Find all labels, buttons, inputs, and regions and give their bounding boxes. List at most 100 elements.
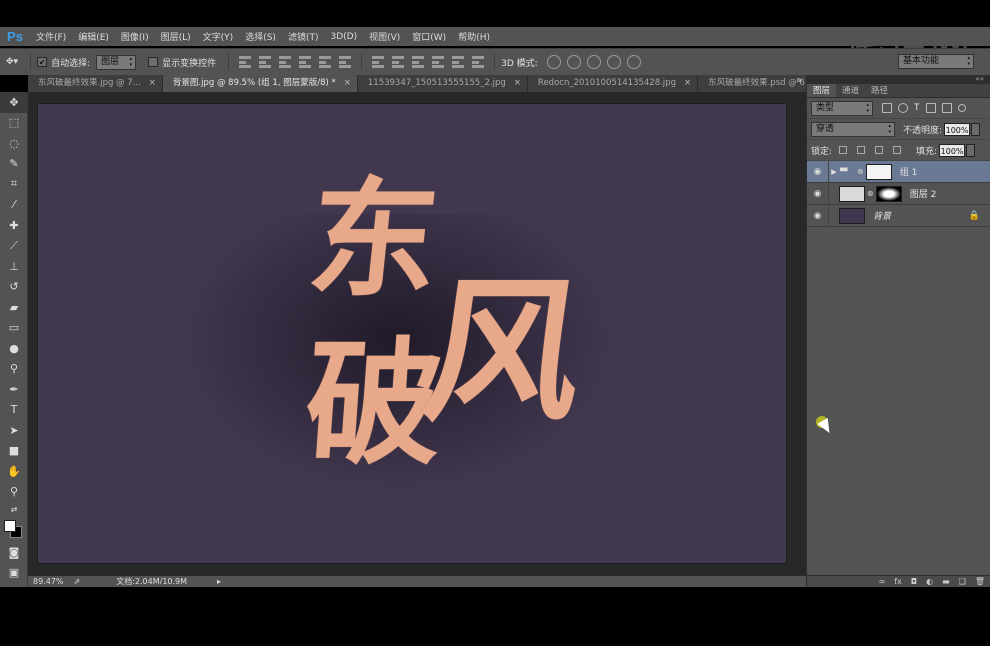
auto-select-checkbox[interactable]: ✔ — [37, 57, 48, 67]
type-tool-icon[interactable]: T — [0, 400, 28, 421]
crop-tool-icon[interactable]: ⌗ — [0, 174, 28, 195]
layer-name[interactable]: 组 1 — [900, 165, 918, 178]
pen-tool-icon[interactable]: ✒ — [0, 379, 28, 400]
menu-help[interactable]: 帮助(H) — [452, 30, 496, 43]
pan-3d-icon[interactable] — [586, 55, 601, 69]
distribute-hcenter-icon[interactable] — [452, 56, 465, 68]
lasso-tool-icon[interactable]: ◌ — [0, 133, 28, 154]
menu-select[interactable]: 选择(S) — [239, 30, 282, 43]
color-swatches[interactable] — [0, 516, 28, 542]
align-top-icon[interactable] — [239, 56, 252, 68]
opacity-slider-button[interactable] — [971, 122, 981, 136]
menu-layer[interactable]: 图层(L) — [155, 30, 197, 43]
fill-input[interactable]: 100% — [939, 143, 966, 157]
tab-document-5[interactable]: 东风破最终效果.psd @ 6 — [698, 75, 812, 92]
visibility-eye-icon[interactable]: ◉ — [807, 204, 829, 227]
menu-image[interactable]: 图像(I) — [115, 30, 155, 43]
close-icon[interactable]: × — [344, 75, 351, 92]
show-transform-checkbox[interactable] — [148, 57, 159, 67]
layer-mask-thumbnail[interactable] — [865, 163, 892, 180]
layer-thumbnail[interactable] — [839, 185, 865, 202]
status-menu-icon[interactable]: ▸ — [217, 577, 221, 586]
menu-filter[interactable]: 滤镜(T) — [282, 30, 325, 43]
default-colors-icon[interactable]: ⇄ — [0, 502, 28, 516]
clone-stamp-tool-icon[interactable]: ⊥ — [0, 256, 28, 277]
align-vcenter-icon[interactable] — [259, 56, 272, 68]
eraser-tool-icon[interactable]: ▰ — [0, 297, 28, 318]
lock-position-icon[interactable] — [875, 146, 884, 154]
close-icon[interactable]: × — [514, 75, 521, 92]
link-chain-icon[interactable]: ⊗ — [867, 189, 874, 198]
lock-pixels-icon[interactable] — [857, 146, 866, 154]
lock-all-icon[interactable] — [893, 146, 902, 154]
layer-row-layer2[interactable]: ◉ ⊗ 图层 2 — [807, 182, 990, 205]
distribute-right-icon[interactable] — [472, 56, 485, 68]
healing-brush-tool-icon[interactable]: ✚ — [0, 215, 28, 236]
new-layer-icon[interactable]: ❑ — [959, 577, 966, 586]
close-icon[interactable]: × — [149, 75, 156, 92]
close-icon[interactable]: × — [684, 75, 691, 92]
menu-window[interactable]: 窗口(W) — [406, 30, 452, 43]
zoom-tool-icon[interactable]: ⚲ — [0, 482, 28, 503]
tab-document-4[interactable]: Redocn_2010100514135428.jpg × — [528, 75, 699, 92]
menu-3d[interactable]: 3D(D) — [324, 32, 363, 42]
adjustment-layer-icon[interactable]: ◐ — [926, 577, 933, 586]
menu-file[interactable]: 文件(F) — [30, 30, 72, 43]
history-brush-tool-icon[interactable]: ↺ — [0, 277, 28, 298]
foreground-color-swatch[interactable] — [4, 520, 16, 532]
add-mask-icon[interactable]: ◘ — [911, 577, 917, 586]
shape-tool-icon[interactable]: ■ — [0, 441, 28, 462]
lock-transparent-icon[interactable] — [839, 146, 848, 154]
link-layers-icon[interactable]: ∞ — [879, 577, 886, 586]
panel-collapse-icon[interactable]: «« — [807, 75, 990, 84]
layer-name[interactable]: 图层 2 — [910, 187, 937, 200]
filter-pixel-icon[interactable] — [882, 103, 892, 113]
tab-document-2[interactable]: 背景图.jpg @ 89.5% (组 1, 图层蒙版/8) * × — [162, 75, 358, 92]
tab-layers[interactable]: 图层 — [807, 84, 837, 97]
filter-smart-object-icon[interactable] — [941, 103, 952, 113]
slide-3d-icon[interactable] — [606, 55, 621, 69]
zoom-level[interactable]: 89.47% — [33, 577, 64, 586]
workspace-dropdown[interactable]: 基本功能 — [898, 54, 974, 69]
layer-thumbnail[interactable] — [839, 207, 865, 224]
filter-adjustment-icon[interactable] — [898, 103, 908, 113]
brush-tool-icon[interactable]: ⟋ — [0, 236, 28, 257]
visibility-eye-icon[interactable]: ◉ — [807, 182, 829, 205]
visibility-eye-icon[interactable]: ◉ — [807, 160, 829, 183]
menu-type[interactable]: 文字(Y) — [197, 30, 240, 43]
quick-select-tool-icon[interactable]: ✎ — [0, 154, 28, 175]
path-select-tool-icon[interactable]: ➤ — [0, 420, 28, 441]
layer-row-group1[interactable]: ◉ ▶ ▬ ⊗ 组 1 — [807, 160, 990, 183]
layer-row-background[interactable]: ◉ 背景 🔒 — [807, 204, 990, 227]
tab-overflow-icon[interactable]: » — [796, 75, 802, 86]
new-group-icon[interactable]: ▬ — [942, 577, 950, 586]
canvas[interactable]: 东 破 风 — [38, 104, 786, 563]
link-chain-icon[interactable]: ⊗ — [857, 167, 864, 176]
filter-toggle-icon[interactable] — [957, 104, 966, 112]
scale-3d-icon[interactable] — [626, 55, 641, 69]
align-hcenter-icon[interactable] — [319, 56, 332, 68]
move-tool-icon[interactable]: ✥▾ — [6, 57, 18, 67]
trash-icon[interactable]: 🗑 — [975, 577, 985, 586]
distribute-top-icon[interactable] — [372, 56, 385, 68]
layer-mask-thumbnail[interactable] — [875, 185, 902, 202]
align-right-icon[interactable] — [339, 56, 352, 68]
distribute-vcenter-icon[interactable] — [392, 56, 405, 68]
fill-slider-button[interactable] — [966, 143, 976, 157]
blend-mode-dropdown[interactable]: 穿透 — [811, 121, 895, 137]
tab-document-1[interactable]: 东风破最终效果.jpg @ 7... × — [28, 75, 163, 92]
auto-select-dropdown[interactable]: 图层 — [96, 54, 137, 70]
layer-name[interactable]: 背景 — [873, 209, 891, 222]
blur-tool-icon[interactable]: ● — [0, 338, 28, 359]
export-icon[interactable]: ⇗ — [74, 577, 81, 586]
tab-document-3[interactable]: 11539347_150513555155_2.jpg × — [358, 75, 528, 92]
fx-icon[interactable]: fx — [894, 577, 902, 586]
expand-arrow-icon[interactable]: ▶ — [829, 168, 839, 176]
tab-paths[interactable]: 路径 — [865, 84, 894, 97]
rotate-3d-icon[interactable] — [546, 55, 561, 69]
hand-tool-icon[interactable]: ✋ — [0, 461, 28, 482]
quick-mask-icon[interactable]: ◙ — [0, 542, 28, 563]
menu-edit[interactable]: 编辑(E) — [72, 30, 115, 43]
menu-view[interactable]: 视图(V) — [363, 30, 406, 43]
filter-type-icon[interactable]: T — [914, 103, 920, 113]
